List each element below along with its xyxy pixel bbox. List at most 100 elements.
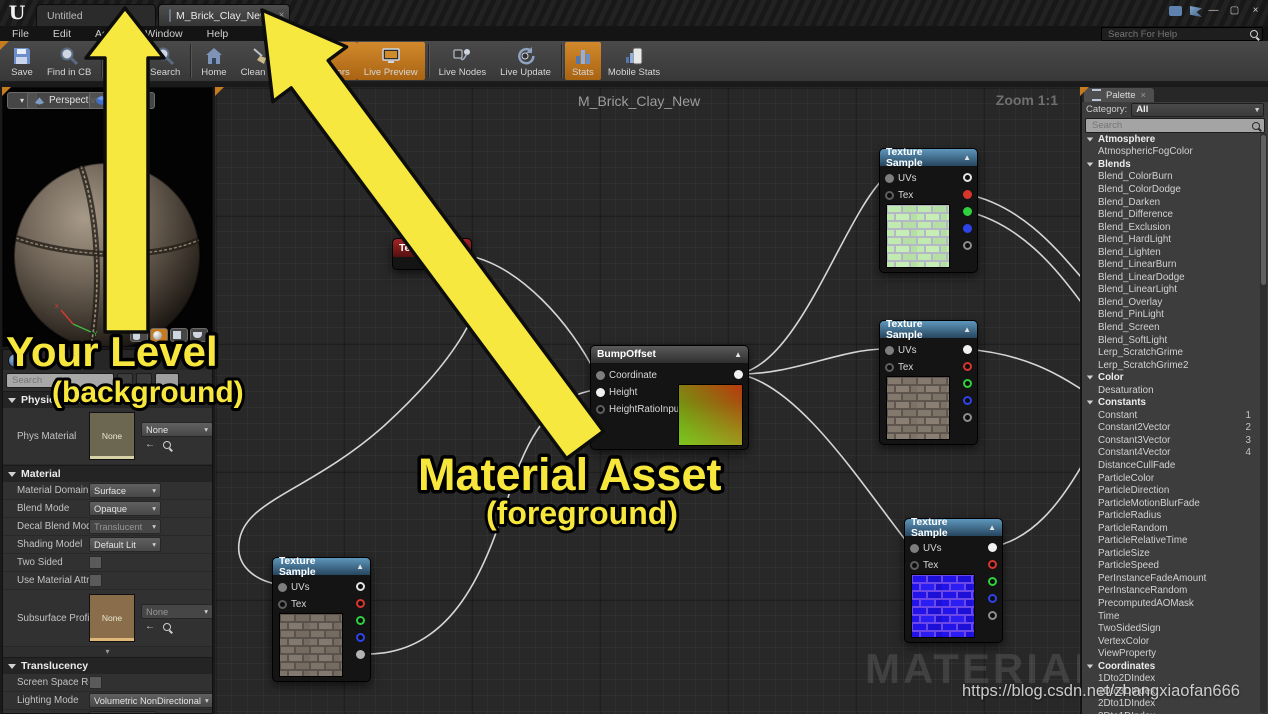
node-texture-sample-grey[interactable]: Texture Sample▲ UVs Tex: [272, 557, 371, 682]
palette-item[interactable]: Blend_ColorBurn: [1082, 171, 1259, 184]
close-button[interactable]: ×: [1247, 3, 1264, 18]
palette-item[interactable]: Blend_PinLight: [1082, 309, 1259, 322]
use-selected-asset-icon[interactable]: ←: [145, 440, 155, 450]
section-header-translucency[interactable]: Translucency: [3, 657, 212, 674]
details-filter-button[interactable]: [117, 373, 133, 388]
toolbar-live-preview-button[interactable]: Live Preview: [357, 42, 425, 80]
details-view-options-button[interactable]: [155, 373, 179, 388]
checkbox-screen-space-re[interactable]: [89, 676, 102, 689]
pin-rgb[interactable]: [988, 543, 997, 552]
palette-item[interactable]: Lerp_ScratchGrime: [1082, 346, 1259, 359]
pin-tex[interactable]: [910, 561, 919, 570]
toolbar-apply-button[interactable]: Apply: [105, 42, 143, 80]
palette-item[interactable]: TwoSidedSign: [1082, 622, 1259, 635]
palette-item[interactable]: ParticleMotionBlurFade: [1082, 497, 1259, 510]
details-expander[interactable]: ▾: [3, 647, 212, 657]
palette-item[interactable]: Blend_Overlay: [1082, 296, 1259, 309]
pin-g[interactable]: [988, 577, 997, 586]
palette-item[interactable]: Blend_ColorDodge: [1082, 183, 1259, 196]
palette-item[interactable]: ParticleSize: [1082, 547, 1259, 560]
toolbar-live-nodes-button[interactable]: Live Nodes: [432, 42, 494, 80]
toolbar-live-update-button[interactable]: Live Update: [493, 42, 558, 80]
pin-tex[interactable]: [885, 363, 894, 372]
tab-untitled[interactable]: Untitled: [36, 4, 156, 26]
pin-r[interactable]: [963, 190, 972, 199]
collapse-icon[interactable]: ▲: [734, 350, 742, 359]
pin-b[interactable]: [963, 224, 972, 233]
palette-close-icon[interactable]: ×: [1141, 90, 1146, 100]
palette-item[interactable]: Constant3Vector3: [1082, 434, 1259, 447]
dropdown-material-domain[interactable]: Surface▾: [89, 483, 161, 498]
cylinder-shape-button[interactable]: [130, 328, 148, 342]
toolbar-find-in-cb-button[interactable]: Find in CB: [40, 42, 98, 80]
palette-category-row[interactable]: Blends: [1082, 158, 1259, 171]
minimize-button[interactable]: —: [1205, 3, 1222, 18]
menu-file[interactable]: File: [0, 28, 41, 40]
use-selected-asset-icon[interactable]: ←: [145, 622, 155, 632]
asset-dropdown[interactable]: None▾: [141, 422, 213, 437]
details-search-box[interactable]: [6, 373, 114, 388]
palette-item[interactable]: ParticleRadius: [1082, 509, 1259, 522]
palette-item[interactable]: Blend_Exclusion: [1082, 221, 1259, 234]
pin-uvs[interactable]: [885, 174, 894, 183]
pin-rgb[interactable]: [963, 345, 972, 354]
node-texcoord[interactable]: TexC ▼: [392, 238, 472, 270]
palette-item[interactable]: AtmosphericFogColor: [1082, 146, 1259, 159]
palette-category-row[interactable]: Color: [1082, 371, 1259, 384]
palette-item[interactable]: Blend_HardLight: [1082, 233, 1259, 246]
asset-thumbnail[interactable]: None: [89, 594, 135, 642]
tab-close-icon[interactable]: ×: [279, 10, 285, 21]
menu-asset[interactable]: Asset: [83, 28, 133, 40]
show-button[interactable]: Show: [89, 92, 155, 109]
checkbox-use-material-attr[interactable]: [89, 574, 102, 587]
node-texture-sample-tan[interactable]: Texture Sample▲ UVs Tex: [879, 320, 978, 445]
section-header-material[interactable]: Material: [3, 465, 212, 482]
collapse-icon[interactable]: ▲: [356, 562, 364, 571]
pin-uvs[interactable]: [885, 346, 894, 355]
palette-item[interactable]: ParticleColor: [1082, 472, 1259, 485]
cube-shape-button[interactable]: [170, 328, 188, 342]
palette-item[interactable]: ParticleRandom: [1082, 522, 1259, 535]
palette-item[interactable]: 3Dto1DIndex: [1082, 710, 1259, 714]
toolbar-clean-up-button[interactable]: Clean Up: [234, 42, 288, 80]
palette-item[interactable]: ParticleDirection: [1082, 484, 1259, 497]
palette-item[interactable]: PerInstanceFadeAmount: [1082, 572, 1259, 585]
material-graph-canvas[interactable]: M_Brick_Clay_New Zoom 1:1 MATERIAL TexC …: [215, 87, 1080, 714]
browse-to-asset-icon[interactable]: [163, 623, 171, 631]
expand-icon[interactable]: ▼: [457, 244, 465, 253]
palette-item[interactable]: Blend_Difference: [1082, 208, 1259, 221]
checkbox-two-sided[interactable]: [89, 556, 102, 569]
pin-a[interactable]: [356, 650, 365, 659]
palette-item[interactable]: ParticleSpeed: [1082, 560, 1259, 573]
maximize-button[interactable]: ▢: [1226, 3, 1243, 18]
category-dropdown[interactable]: All ▾: [1131, 103, 1264, 117]
asset-dropdown[interactable]: None▾: [141, 604, 213, 619]
pin-uvs[interactable]: [910, 544, 919, 553]
pin-g[interactable]: [963, 207, 972, 216]
palette-item[interactable]: DistanceCullFade: [1082, 459, 1259, 472]
pin-a[interactable]: [988, 611, 997, 620]
palette-item[interactable]: PrecomputedAOMask: [1082, 597, 1259, 610]
dropdown-lighting-mode[interactable]: Volumetric NonDirectional▾: [89, 693, 213, 708]
pin-rgb[interactable]: [963, 173, 972, 182]
scrollbar-thumb[interactable]: [1261, 135, 1266, 285]
toolbar-home-button[interactable]: Home: [194, 42, 233, 80]
pin-rgb[interactable]: [356, 582, 365, 591]
tab-material-asset[interactable]: M_Brick_Clay_New ×: [158, 4, 290, 26]
teapot-shape-button[interactable]: [190, 328, 208, 342]
node-texture-sample-green[interactable]: Texture Sample▲ UVs Tex: [879, 148, 978, 273]
palette-item[interactable]: Blend_Lighten: [1082, 246, 1259, 259]
palette-item[interactable]: Lerp_ScratchGrime2: [1082, 359, 1259, 372]
palette-item[interactable]: Time: [1082, 610, 1259, 623]
palette-item[interactable]: Blend_LinearDodge: [1082, 271, 1259, 284]
menu-edit[interactable]: Edit: [41, 28, 83, 40]
palette-tab[interactable]: Palette ×: [1084, 88, 1154, 102]
toolbar-connectors-button[interactable]: Connectors: [294, 42, 357, 80]
browse-to-asset-icon[interactable]: [163, 441, 171, 449]
pin-g[interactable]: [356, 616, 365, 625]
palette-scrollbar[interactable]: [1260, 133, 1267, 713]
palette-category-row[interactable]: Atmosphere: [1082, 133, 1259, 146]
pin-r[interactable]: [988, 560, 997, 569]
menu-window[interactable]: Window: [133, 28, 194, 40]
palette-item[interactable]: PerInstanceRandom: [1082, 585, 1259, 598]
